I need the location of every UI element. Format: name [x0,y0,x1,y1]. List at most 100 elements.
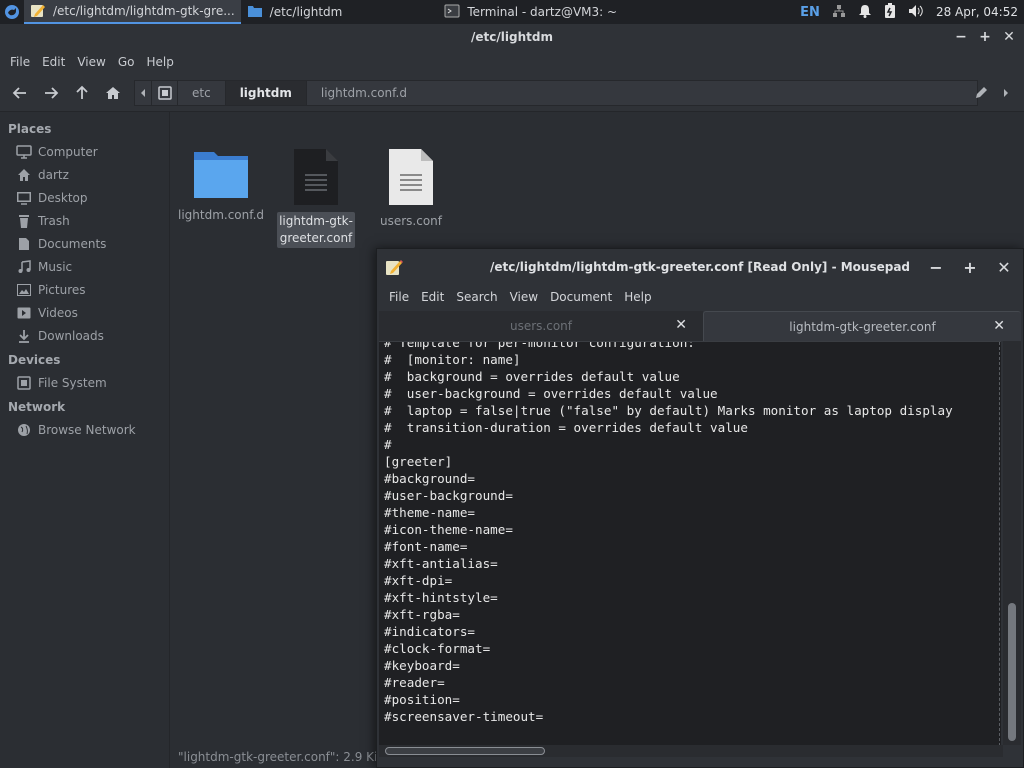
sidebar-item-trash[interactable]: Trash [0,209,169,232]
network-icon[interactable] [832,4,846,21]
file-label: users.conf [379,214,442,228]
sidebar-item-downloads[interactable]: Downloads [0,324,169,347]
path-scroll-right-button[interactable] [996,80,1016,106]
file-item-lightdm-gtk-greeter-conf[interactable]: lightdm-gtk- greeter.conf [276,148,356,248]
music-icon [16,259,32,275]
right-margin-line [999,342,1000,745]
text-editor-window: /etc/lightdm/lightdm-gtk-greeter.conf [R… [376,248,1024,768]
picture-icon [16,282,32,298]
menu-go[interactable]: Go [112,55,141,69]
tab-label: lightdm-gtk-greeter.conf [789,319,936,334]
menu-view[interactable]: View [71,55,111,69]
task-label: /etc/lightdm [269,5,343,19]
tab-bar: users.conf ✕ lightdm-gtk-greeter.conf ✕ [379,311,1023,341]
crumb-lightdm-conf-d[interactable]: lightdm.conf.d [306,79,422,106]
file-item-lightdm-conf-d[interactable]: lightdm.conf.d [178,148,264,225]
vertical-scrollbar[interactable] [1003,341,1021,745]
sidebar-item-pictures[interactable]: Pictures [0,278,169,301]
close-button[interactable]: ✕ [998,26,1020,48]
minimize-button[interactable]: − [925,256,947,278]
forward-button[interactable] [37,79,65,107]
menu-edit[interactable]: Edit [36,55,71,69]
menubar: File Edit Search View Document Help [377,285,1023,309]
sidebar-heading-network: Network [8,400,66,414]
menubar: File Edit View Go Help [0,50,1024,74]
sidebar: Places Computer dartz Desktop Trash Docu… [0,112,170,768]
drive-icon [16,375,32,391]
menu-help[interactable]: Help [140,55,179,69]
sidebar-item-music[interactable]: Music [0,255,169,278]
folder-icon [247,3,263,22]
close-button[interactable]: ✕ [993,256,1015,278]
menu-document[interactable]: Document [544,290,618,304]
task-thunar[interactable]: /etc/lightdm [241,0,349,24]
task-mousepad[interactable]: /etc/lightdm/lightdm-gtk-gre... [24,0,241,24]
task-terminal[interactable]: Terminal - dartz@VM3: ~ [438,0,623,24]
maximize-button[interactable]: + [959,256,981,278]
toolbar: etc lightdm lightdm.conf.d [0,74,1024,112]
scrollbar-thumb[interactable] [1008,603,1016,741]
crumb-etc[interactable]: etc [178,79,226,106]
editor-line: #screensaver-timeout= [384,709,544,724]
sidebar-item-desktop[interactable]: Desktop [0,186,169,209]
sidebar-item-documents[interactable]: Documents [0,232,169,255]
home-button[interactable] [99,79,127,107]
path-root-button[interactable] [152,79,178,106]
scrollbar-thumb[interactable] [385,747,545,755]
sidebar-item-browse-network[interactable]: Browse Network [0,418,169,441]
minimize-button[interactable]: − [950,26,972,48]
horizontal-scrollbar[interactable] [379,745,1003,757]
menu-file[interactable]: File [383,290,415,304]
desktop-icon [16,190,32,206]
window-title: /etc/lightdm/lightdm-gtk-greeter.conf [R… [489,260,911,274]
menu-view[interactable]: View [504,290,544,304]
up-button[interactable] [68,79,96,107]
menu-search[interactable]: Search [450,290,503,304]
sidebar-heading-places: Places [8,122,52,136]
terminal-icon [444,3,460,22]
window-titlebar[interactable]: /etc/lightdm − + ✕ [0,24,1024,50]
menu-edit[interactable]: Edit [415,290,450,304]
editor-line: #user-background= [384,488,513,503]
window-title: /etc/lightdm [471,30,553,44]
volume-icon[interactable] [908,4,924,21]
tab-users-conf[interactable]: users.conf ✕ [379,311,703,341]
editor-line: #position= [384,692,460,707]
close-icon[interactable]: ✕ [675,317,687,333]
clock[interactable]: 28 Apr, 04:52 [936,5,1018,19]
path-scroll-left-button[interactable] [134,79,152,106]
xfce-menu-icon[interactable] [0,0,24,24]
text-editor-area[interactable]: # Template for per-monitor configuration… [379,341,1001,745]
task-label: Terminal - dartz@VM3: ~ [467,5,618,19]
pencil-icon [976,87,987,98]
drive-icon [157,85,172,100]
window-titlebar[interactable]: /etc/lightdm/lightdm-gtk-greeter.conf [R… [377,249,1023,285]
editor-line: #reader= [384,675,445,690]
sidebar-item-file-system[interactable]: File System [0,371,169,394]
sidebar-item-videos[interactable]: Videos [0,301,169,324]
close-icon[interactable]: ✕ [993,318,1005,334]
editor-line: #clock-format= [384,641,491,656]
task-label: /etc/lightdm/lightdm-gtk-gre... [53,4,235,18]
editor-line: # background = overrides default value [384,369,680,384]
battery-icon[interactable] [884,2,896,22]
keyboard-layout[interactable]: EN [800,5,820,20]
document-icon [16,236,32,252]
menu-file[interactable]: File [4,55,36,69]
notification-bell-icon[interactable] [858,4,872,21]
file-label: lightdm.conf.d [177,208,265,222]
mousepad-icon [385,258,403,279]
edit-path-button[interactable] [968,80,994,106]
tab-lightdm-gtk-greeter-conf[interactable]: lightdm-gtk-greeter.conf ✕ [703,311,1021,341]
maximize-button[interactable]: + [974,26,996,48]
menu-help[interactable]: Help [618,290,657,304]
crumb-lightdm[interactable]: lightdm [225,79,307,106]
arrow-right-icon [45,86,59,99]
sidebar-item-dartz[interactable]: dartz [0,163,169,186]
back-button[interactable] [6,79,34,107]
editor-line: #background= [384,471,475,486]
sidebar-item-computer[interactable]: Computer [0,140,169,163]
globe-icon [16,422,32,438]
file-item-users-conf[interactable]: users.conf [371,148,451,231]
editor-text: # Template for per-monitor configuration… [379,342,1001,725]
